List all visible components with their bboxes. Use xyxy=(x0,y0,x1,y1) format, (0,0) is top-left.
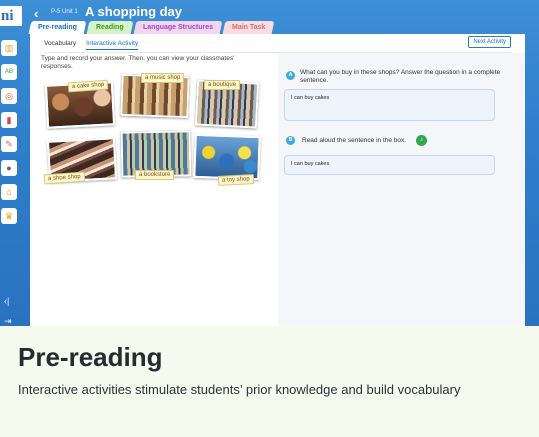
shop-label: a bookstore xyxy=(135,170,175,180)
answer-b-field[interactable]: I can buy cakes xyxy=(284,155,495,175)
pen-icon[interactable]: ✎ xyxy=(1,136,17,152)
answer-a-field[interactable]: I can buy cakes xyxy=(284,89,495,121)
target-icon[interactable]: ◎ xyxy=(1,88,17,104)
book-icon[interactable]: ▥ xyxy=(1,40,17,56)
shop-label: a toy shop xyxy=(217,174,254,186)
tab-reading[interactable]: Reading xyxy=(86,21,133,34)
shops-column: Type and record your answer. Then, you c… xyxy=(38,53,278,326)
question-b-badge: B xyxy=(286,136,295,145)
sub-tabs: Vocabulary Interactive Activity xyxy=(44,40,148,50)
caption-title: Pre-reading xyxy=(18,342,163,372)
shop-label: a music shop xyxy=(141,73,185,83)
subtab-interactive-activity[interactable]: Interactive Activity xyxy=(86,40,139,50)
instructions: Type and record your answer. Then, you c… xyxy=(41,55,235,70)
app-logo: ni xyxy=(0,6,22,26)
left-toolbar: ▥ AB ◎ ▮ ✎ ● ⌂ ♛ ‹| ⇥ xyxy=(0,34,20,326)
exit-icon[interactable]: ⇥ xyxy=(4,316,12,326)
next-activity-button[interactable]: Next Activity xyxy=(468,36,511,48)
shop-label: a shoe shop xyxy=(43,171,86,185)
speaker-icon[interactable]: ♪ xyxy=(416,135,427,146)
house-icon[interactable]: ⌂ xyxy=(1,184,17,200)
question-b-text: Read aloud the sentence in the box. xyxy=(302,137,407,144)
back-icon[interactable]: ‹ xyxy=(34,6,38,21)
shop-label: a boutique xyxy=(204,80,241,90)
stage-tabs: Pre-reading Reading Language Structures … xyxy=(28,21,276,34)
caption-section: Pre-reading Interactive activities stimu… xyxy=(0,326,539,437)
page-title: A shopping day xyxy=(85,4,183,19)
speech-icon[interactable]: ● xyxy=(1,160,17,176)
collapse-icon[interactable]: ‹| xyxy=(4,296,9,306)
unit-label: P-5 Unit 1 xyxy=(51,9,78,15)
activity-panel: Vocabulary Interactive Activity Next Act… xyxy=(30,34,525,326)
question-a-text: What can you buy in these shops? Answer … xyxy=(300,69,501,84)
question-a-badge: A xyxy=(286,71,295,80)
questions-column: A What can you buy in these shops? Answe… xyxy=(278,53,525,326)
tab-language-structures[interactable]: Language Structures xyxy=(133,21,222,34)
trophy-icon[interactable]: ♛ xyxy=(1,208,17,224)
app-screenshot: ni ▥ AB ◎ ▮ ✎ ● ⌂ ♛ ‹| ⇥ ‹ P-5 Unit 1 A … xyxy=(0,0,539,326)
abc-icon[interactable]: AB xyxy=(1,64,17,80)
tab-main-task[interactable]: Main Task xyxy=(222,21,275,34)
notebook-icon[interactable]: ▮ xyxy=(1,112,17,128)
caption-text: Interactive activities stimulate student… xyxy=(18,382,461,397)
subtab-vocabulary[interactable]: Vocabulary xyxy=(44,40,76,50)
tab-pre-reading[interactable]: Pre-reading xyxy=(28,21,87,34)
